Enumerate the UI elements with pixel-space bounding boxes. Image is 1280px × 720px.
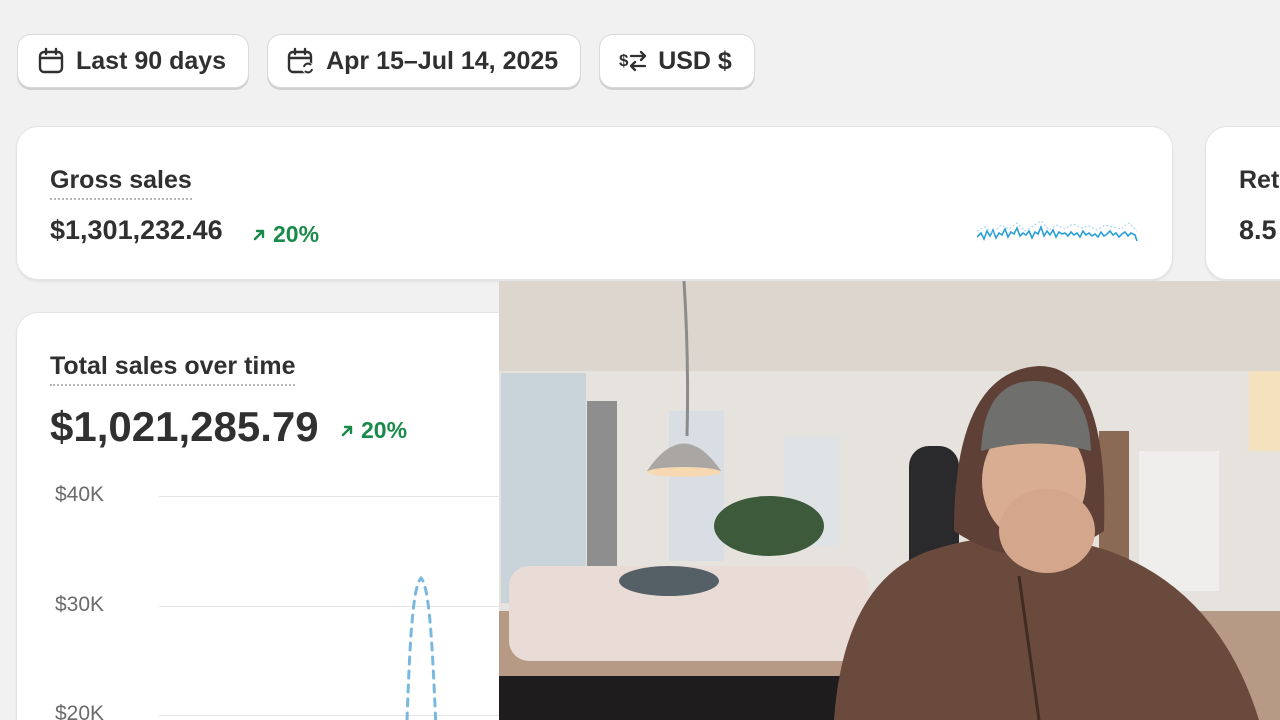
total-sales-change: 20% — [361, 417, 408, 443]
currency-exchange-icon: $ — [619, 50, 647, 72]
svg-text:$: $ — [619, 51, 629, 70]
comparison-date-label: Apr 15–Jul 14, 2025 — [326, 46, 559, 75]
webcam-scene — [499, 281, 1280, 720]
gross-sales-title[interactable]: Gross sales — [50, 166, 192, 200]
gross-sales-change: 20% — [273, 221, 320, 247]
returns-title[interactable]: Ret — [1239, 166, 1279, 198]
total-sales-trend: 20% — [339, 417, 407, 444]
webcam-overlay — [499, 281, 1280, 720]
calendar-icon — [38, 47, 64, 74]
gross-sales-value: $1,301,232.46 — [50, 215, 223, 245]
gross-sales-card[interactable]: Gross sales $1,301,232.46 20% — [16, 126, 1173, 280]
analytics-page: Last 90 days Apr 15–Jul 14, 2025 $ USD $ — [0, 0, 1280, 720]
gross-sales-sparkline — [977, 220, 1138, 242]
date-range-preset-label: Last 90 days — [76, 46, 227, 75]
comparison-date-button[interactable]: Apr 15–Jul 14, 2025 — [267, 34, 582, 88]
total-sales-value: $1,021,285.79 — [50, 403, 319, 450]
gross-sales-trend: 20% — [251, 221, 319, 248]
y-tick-label: $40K — [55, 483, 105, 506]
filter-bar: Last 90 days Apr 15–Jul 14, 2025 $ USD $ — [17, 34, 755, 88]
currency-button[interactable]: $ USD $ — [599, 34, 755, 88]
total-sales-title[interactable]: Total sales over time — [50, 352, 296, 386]
currency-label: USD $ — [658, 46, 732, 75]
date-range-preset-button[interactable]: Last 90 days — [17, 34, 250, 88]
returns-value: 8.5 — [1239, 215, 1277, 245]
arrow-up-right-icon — [253, 229, 265, 240]
arrow-up-right-icon — [341, 425, 353, 436]
y-tick-label: $20K — [55, 702, 105, 720]
total-sales-line-series — [405, 575, 438, 720]
calendar-compare-icon — [287, 47, 315, 74]
y-tick-label: $30K — [55, 593, 105, 616]
returns-card[interactable]: Ret 8.5 — [1205, 126, 1280, 280]
